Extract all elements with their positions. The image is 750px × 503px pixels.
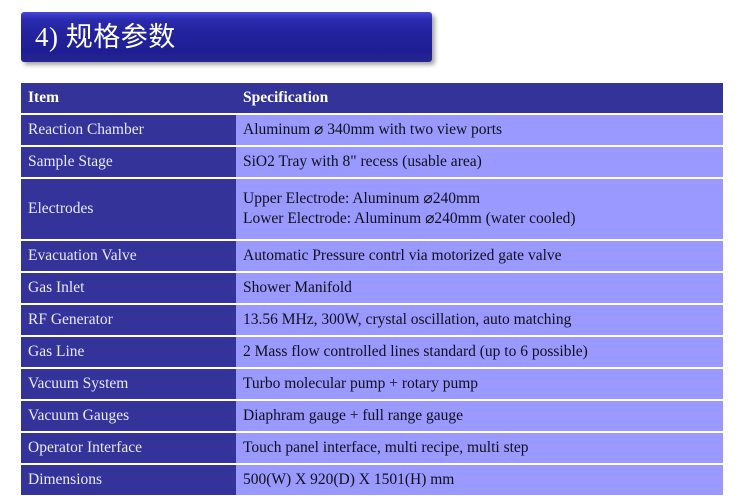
cell-specification: Touch panel interface, multi recipe, mul… — [236, 433, 723, 463]
cell-item: Vacuum System — [21, 369, 236, 399]
cell-specification: Aluminum ⌀ 340mm with two view ports — [236, 115, 723, 145]
table-row: Gas Line 2 Mass flow controlled lines sta… — [21, 337, 723, 367]
specification-line: Touch panel interface, multi recipe, mul… — [243, 438, 529, 456]
cell-item: Evacuation Valve — [21, 241, 236, 271]
cell-item: Operator Interface — [21, 433, 236, 463]
cell-specification: Diaphram gauge + full range gauge — [236, 401, 723, 431]
cell-item: RF Generator — [21, 305, 236, 335]
cell-specification: 2 Mass flow controlled lines standard (u… — [236, 337, 723, 367]
cell-item: Gas Line — [21, 337, 236, 367]
table-row: Evacuation Valve Automatic Pressure contr… — [21, 241, 723, 271]
table-row: Vacuum System Turbo molecular pump + rota… — [21, 369, 723, 399]
specification-line: Lower Electrode: Aluminum ⌀240mm (water … — [243, 209, 576, 227]
specification-line: Diaphram gauge + full range gauge — [243, 406, 464, 424]
column-header-specification: Specification — [236, 83, 723, 113]
specification-line: Automatic Pressure contrl via motorized … — [243, 246, 562, 264]
specification-table: Item Specification Reaction Chamber Alumi… — [21, 81, 723, 497]
table-row: Sample Stage SiO2 Tray with 8" recess (us… — [21, 147, 723, 177]
cell-specification: Turbo molecular pump + rotary pump — [236, 369, 723, 399]
specification-line: Turbo molecular pump + rotary pump — [243, 374, 479, 392]
specification-line: 500(W) X 920(D) X 1501(H) mm — [243, 470, 455, 488]
cell-specification: SiO2 Tray with 8" recess (usable area) — [236, 147, 723, 177]
cell-item: Dimensions — [21, 465, 236, 495]
specification-line: 2 Mass flow controlled lines standard (u… — [243, 342, 588, 360]
cell-item: Reaction Chamber — [21, 115, 236, 145]
slide-title-banner: 4) 规格参数 — [21, 12, 432, 62]
table-header-row: Item Specification — [21, 83, 723, 113]
table-row: RF Generator 13.56 MHz, 300W, crystal osc… — [21, 305, 723, 335]
table-row: Reaction Chamber Aluminum ⌀ 340mm with tw… — [21, 115, 723, 145]
table-row: Dimensions 500(W) X 920(D) X 1501(H) mm — [21, 465, 723, 495]
table-header: Item Specification — [21, 83, 723, 113]
page-title: 4) 规格参数 — [35, 21, 176, 52]
specification-line: 13.56 MHz, 300W, crystal oscillation, au… — [243, 310, 572, 328]
specification-line: Upper Electrode: Aluminum ⌀240mm — [243, 189, 481, 207]
cell-specification: 13.56 MHz, 300W, crystal oscillation, au… — [236, 305, 723, 335]
table-row: Electrodes Upper Electrode: Aluminum ⌀240… — [21, 179, 723, 239]
specification-line: Shower Manifold — [243, 278, 352, 296]
table-row: Vacuum Gauges Diaphram gauge + full range… — [21, 401, 723, 431]
cell-specification: Shower Manifold — [236, 273, 723, 303]
table-row: Gas Inlet Shower Manifold — [21, 273, 723, 303]
column-header-item: Item — [21, 83, 236, 113]
cell-item: Vacuum Gauges — [21, 401, 236, 431]
cell-item: Electrodes — [21, 179, 236, 239]
specification-line: Aluminum ⌀ 340mm with two view ports — [243, 120, 503, 138]
cell-specification: Upper Electrode: Aluminum ⌀240mm Lower El… — [236, 179, 723, 239]
cell-specification: 500(W) X 920(D) X 1501(H) mm — [236, 465, 723, 495]
cell-item: Gas Inlet — [21, 273, 236, 303]
table-row: Operator Interface Touch panel interface,… — [21, 433, 723, 463]
cell-item: Sample Stage — [21, 147, 236, 177]
specification-line: SiO2 Tray with 8" recess (usable area) — [243, 152, 482, 170]
cell-specification: Automatic Pressure contrl via motorized … — [236, 241, 723, 271]
table-body: Reaction Chamber Aluminum ⌀ 340mm with tw… — [21, 115, 723, 495]
